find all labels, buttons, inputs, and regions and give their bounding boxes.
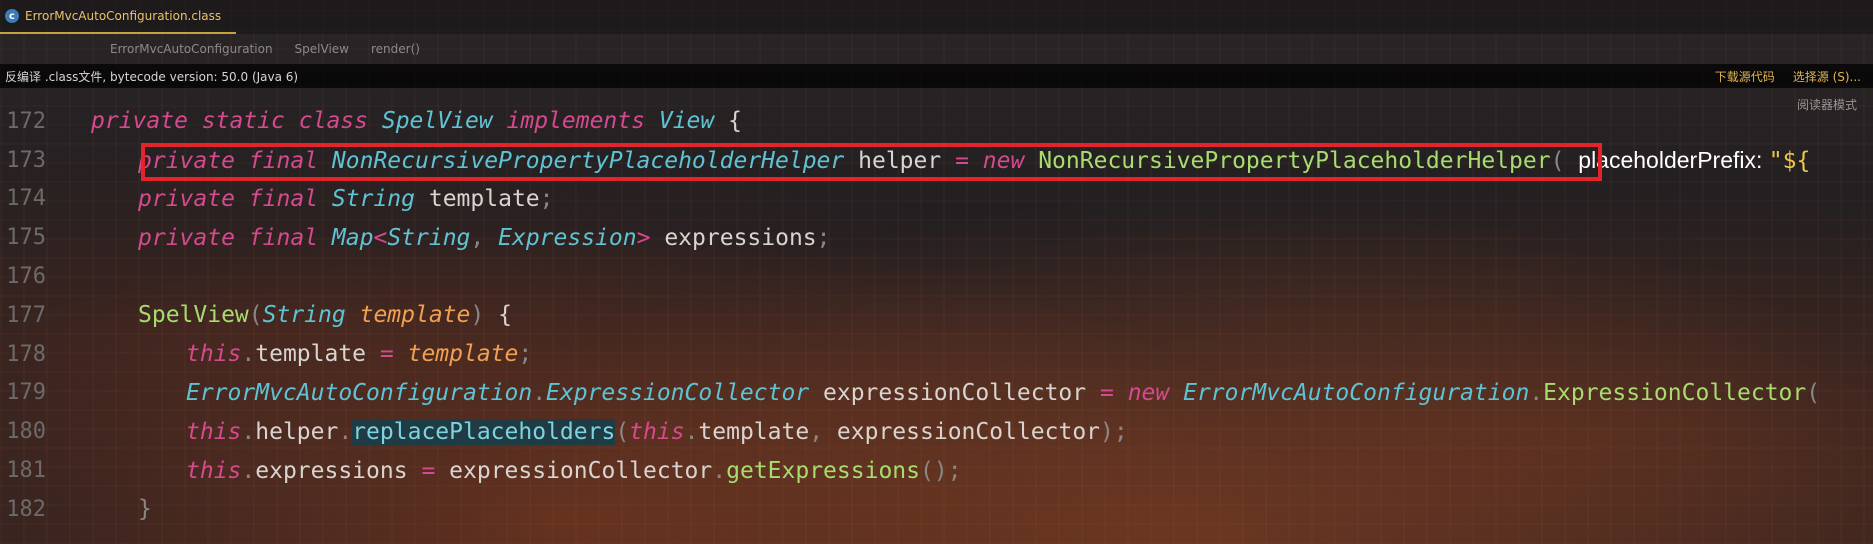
code-line: 179 ErrorMvcAutoConfiguration.Expression… — [0, 374, 1873, 413]
choose-sources-link[interactable]: 选择源 (S)... — [1793, 68, 1861, 85]
code-editor[interactable]: 172 private static class SpelView implem… — [0, 102, 1873, 529]
line-number: 178 — [6, 341, 46, 367]
breadcrumb-item[interactable]: render() — [371, 42, 420, 62]
code-line: 174 private final String template; — [0, 180, 1873, 219]
line-number: 174 — [6, 186, 46, 212]
breadcrumb-item[interactable]: SpelView — [295, 42, 349, 62]
download-sources-link[interactable]: 下载源代码 — [1715, 68, 1775, 85]
line-number: 181 — [6, 458, 46, 484]
code-line: 176 — [0, 257, 1873, 296]
line-number: 172 — [6, 108, 46, 134]
class-file-icon: c — [5, 9, 19, 23]
line-number: 180 — [6, 419, 46, 445]
tab-label: ErrorMvcAutoConfiguration.class — [25, 9, 222, 23]
parameter-hint: placeholderPrefix: — [1578, 146, 1769, 173]
decompiled-info-bar: 反编译 .class文件, bytecode version: 50.0 (Ja… — [0, 64, 1873, 88]
code-line: 182 } — [0, 490, 1873, 529]
line-number: 176 — [6, 264, 46, 290]
code-line: 178 this.template = template; — [0, 335, 1873, 374]
code-line: 177 SpelView(String template) { — [0, 296, 1873, 335]
code-line: 181 this.expressions = expressionCollect… — [0, 451, 1873, 490]
code-line: 180 this.helper.replacePlaceholders(this… — [0, 412, 1873, 451]
code-line: 173 private final NonRecursivePropertyPl… — [0, 141, 1873, 180]
breadcrumb: ErrorMvcAutoConfiguration SpelView rende… — [110, 42, 420, 62]
line-number: 177 — [6, 302, 46, 328]
code-line: 172 private static class SpelView implem… — [0, 102, 1873, 141]
code-line: 175 private final Map<String, Expression… — [0, 218, 1873, 257]
line-number: 179 — [6, 380, 46, 406]
editor-tab-bar: c ErrorMvcAutoConfiguration.class — [0, 0, 1873, 34]
decompiled-message: 反编译 .class文件, bytecode version: 50.0 (Ja… — [5, 69, 299, 84]
tab-errormvcautoconfiguration[interactable]: c ErrorMvcAutoConfiguration.class — [0, 0, 236, 34]
line-number: 182 — [6, 496, 46, 522]
line-number: 175 — [6, 225, 46, 251]
breadcrumb-item[interactable]: ErrorMvcAutoConfiguration — [110, 42, 273, 62]
line-number: 173 — [6, 147, 46, 173]
